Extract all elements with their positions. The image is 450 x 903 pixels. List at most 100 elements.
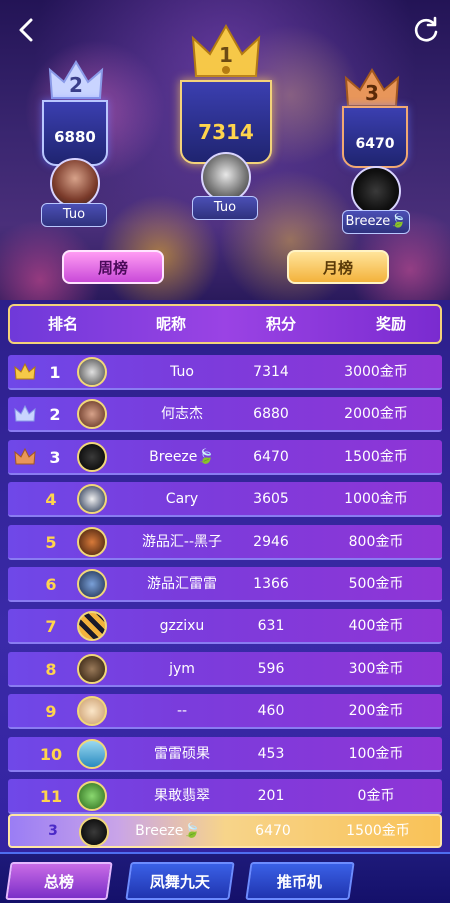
podium-name: Tuo [41, 203, 107, 227]
row-rank: 10 [39, 744, 63, 764]
row-nick: Breeze🍃 [149, 448, 215, 465]
bottom-nav: 总榜 凤舞九天 推币机 [0, 852, 450, 903]
nav-fengwu-label: 凤舞九天 [149, 873, 210, 891]
avatar [77, 696, 107, 727]
row-nick: 何志杰 [161, 406, 203, 423]
avatar [77, 357, 107, 387]
crown-rank: 2 [69, 73, 83, 97]
table-row[interactable]: 2 何志杰 6880 2000金币 [8, 397, 442, 433]
refresh-icon [414, 16, 438, 42]
avatar [77, 781, 107, 811]
row-nick: 雷雷硕果 [154, 745, 210, 762]
header-reward: 奖励 [376, 315, 407, 333]
table-row[interactable]: 1 Tuo 7314 3000金币 [8, 355, 442, 390]
row-score: 3605 [253, 491, 289, 508]
crown-rank: 3 [365, 81, 379, 105]
back-button[interactable] [10, 14, 42, 46]
my-reward: 1500金币 [346, 823, 410, 839]
nav-total[interactable]: 总榜 [5, 862, 113, 900]
podium-score: 7314 [198, 120, 254, 144]
row-rank: 9 [45, 702, 57, 722]
row-score: 1366 [253, 576, 289, 592]
row-score: 201 [257, 788, 285, 804]
row-reward: 3000金币 [344, 364, 408, 380]
avatar [79, 817, 109, 847]
row-reward: 100金币 [348, 745, 404, 762]
row-nick: -- [176, 703, 188, 720]
table-row[interactable]: 8 jym 596 300金币 [8, 651, 442, 687]
row-rank: 4 [45, 490, 57, 510]
table-row[interactable]: 10 雷雷硕果 453 100金币 [8, 736, 442, 772]
chevron-left-icon [19, 18, 33, 42]
row-reward: 400金币 [348, 618, 404, 635]
header-nick: 昵称 [156, 315, 187, 333]
row-rank: 2 [49, 405, 61, 425]
podium-score: 6470 [355, 136, 395, 152]
table-header: 排名 昵称 积分 奖励 [8, 304, 442, 344]
row-score: 6470 [253, 448, 289, 465]
podium-name: Breeze🍃 [342, 210, 410, 234]
crown-icon [14, 405, 36, 422]
my-rank-row[interactable]: 3 Breeze🍃 6470 1500金币 [8, 814, 442, 848]
row-rank: 5 [45, 532, 57, 552]
row-score: 453 [257, 745, 285, 762]
row-nick: Cary [165, 491, 199, 508]
table-row[interactable]: 3 Breeze🍃 6470 1500金币 [8, 439, 442, 475]
nav-fengwu[interactable]: 凤舞九天 [125, 862, 235, 900]
podium-card: 6470 [342, 106, 408, 168]
avatar [77, 484, 107, 515]
row-score: 6880 [253, 406, 289, 423]
row-score: 596 [257, 660, 285, 677]
podium-card: 6880 [42, 100, 108, 166]
table-row[interactable]: 9 -- 460 200金币 [8, 694, 442, 730]
nav-coin-pusher-label: 推币机 [277, 873, 323, 891]
avatar [50, 158, 100, 208]
tab-weekly[interactable]: 周榜 [62, 250, 164, 284]
avatar [77, 569, 107, 599]
avatar [77, 399, 107, 430]
crown-icon [14, 447, 36, 465]
row-score: 460 [257, 703, 285, 720]
podium-score: 6880 [54, 128, 96, 146]
nav-total-label: 总榜 [43, 873, 74, 891]
nav-coin-pusher[interactable]: 推币机 [245, 862, 355, 900]
tab-monthly[interactable]: 月榜 [287, 250, 389, 284]
table-row[interactable]: 11 果敢翡翠 201 0金币 [8, 779, 442, 814]
row-nick: 果敢翡翠 [154, 788, 210, 804]
avatar [351, 166, 401, 216]
table-row[interactable]: 7 gzzixu 631 400金币 [8, 609, 442, 645]
row-rank: 3 [49, 447, 61, 467]
row-nick: 游品汇--黑子 [141, 533, 223, 550]
row-reward: 500金币 [348, 576, 404, 592]
row-rank: 7 [45, 617, 57, 637]
podium-name: Tuo [192, 196, 258, 220]
row-reward: 300金币 [348, 660, 404, 677]
row-reward: 2000金币 [344, 406, 408, 423]
row-nick: Tuo [170, 364, 194, 380]
avatar [77, 738, 107, 769]
row-reward: 800金币 [348, 533, 404, 550]
table-row[interactable]: 4 Cary 3605 1000金币 [8, 482, 442, 518]
row-rank: 1 [49, 363, 61, 382]
row-score: 7314 [253, 364, 289, 380]
row-nick: 游品汇雷雷 [147, 576, 217, 592]
my-score: 6470 [255, 823, 291, 839]
row-reward: 0金币 [357, 788, 395, 804]
row-score: 631 [257, 618, 285, 635]
avatar [77, 526, 107, 557]
refresh-button[interactable] [410, 14, 442, 46]
avatar [77, 611, 107, 642]
row-nick: gzzixu [159, 618, 205, 635]
row-reward: 1500金币 [344, 448, 408, 465]
crown-icon [14, 363, 36, 380]
row-score: 2946 [253, 533, 289, 550]
row-reward: 1000金币 [344, 491, 408, 508]
row-reward: 200金币 [348, 703, 404, 720]
gold-crown-icon: 1 [191, 24, 261, 77]
my-nick: Breeze🍃 [135, 823, 201, 839]
table-row[interactable]: 5 游品汇--黑子 2946 800金币 [8, 524, 442, 560]
my-rank: 3 [48, 823, 58, 839]
avatar [77, 653, 107, 684]
table-row[interactable]: 6 游品汇雷雷 1366 500金币 [8, 567, 442, 602]
row-nick: jym [169, 660, 195, 677]
